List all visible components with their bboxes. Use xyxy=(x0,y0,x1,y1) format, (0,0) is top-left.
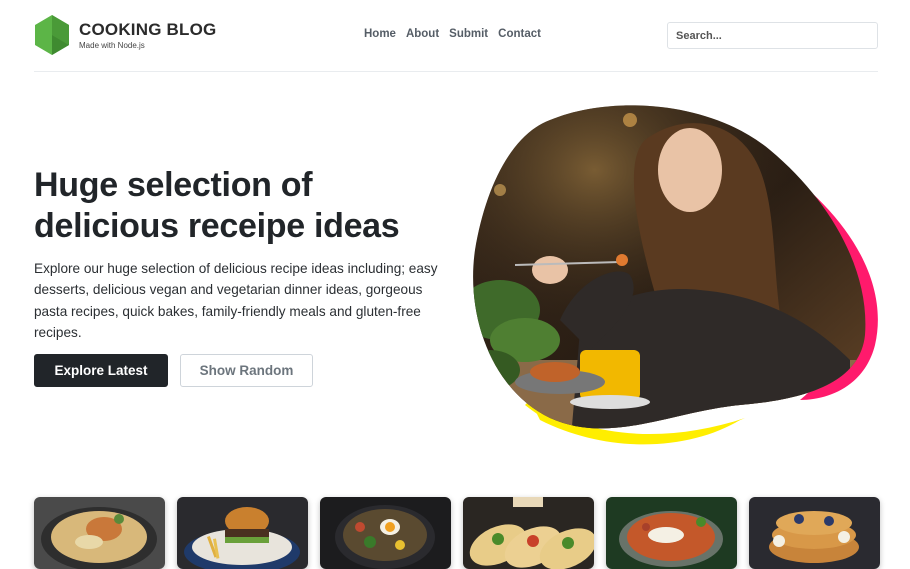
nav-home-link[interactable]: Home xyxy=(364,28,396,40)
show-random-button[interactable]: Show Random xyxy=(180,354,313,387)
curry-bowl-image[interactable] xyxy=(606,497,737,569)
brand-subtitle: Made with Node.js xyxy=(79,41,145,50)
search-input[interactable] xyxy=(667,22,878,49)
green-hexagon-logo-icon xyxy=(35,15,69,55)
site-header: COOKING BLOG Made with Node.js Home Abou… xyxy=(34,0,878,72)
nav-submit-link[interactable]: Submit xyxy=(449,28,488,40)
nav-about-link[interactable]: About xyxy=(406,28,439,40)
ramen-bowl-image[interactable] xyxy=(320,497,451,569)
explore-latest-button[interactable]: Explore Latest xyxy=(34,354,168,387)
burger-fries-image[interactable] xyxy=(177,497,308,569)
pasta-dish-image[interactable] xyxy=(34,497,165,569)
hero-title: Huge selection of delicious receipe idea… xyxy=(34,166,400,245)
hero-description: Explore our huge selection of delicious … xyxy=(34,261,438,340)
nav-contact-link[interactable]: Contact xyxy=(498,28,541,40)
main-nav: Home About Submit Contact xyxy=(364,28,541,40)
pancakes-berries-image[interactable] xyxy=(749,497,880,569)
tacos-image[interactable] xyxy=(463,497,594,569)
recipe-thumbnails xyxy=(34,497,880,569)
brand-title: COOKING BLOG xyxy=(79,20,217,39)
woman-eating-image xyxy=(473,105,878,445)
brand[interactable]: COOKING BLOG Made with Node.js xyxy=(34,14,216,56)
